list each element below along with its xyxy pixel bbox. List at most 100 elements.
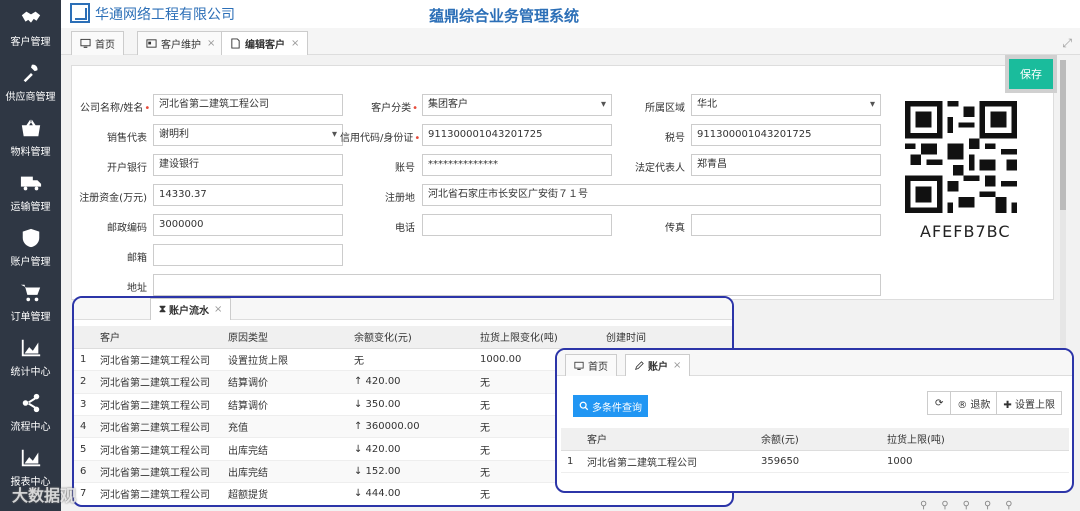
sidebar-item-supplier[interactable]: 供应商管理 — [0, 55, 61, 110]
id-card-icon — [146, 39, 157, 48]
flow-tab-bar: ⧗ 账户流水 × — [74, 298, 732, 320]
save-button[interactable]: 保存 — [1009, 59, 1053, 89]
tax-no-label: 税号 — [665, 133, 685, 144]
legal-rep-input[interactable]: 郑青昌 — [691, 154, 881, 176]
sidebar-item-statistics[interactable]: 统计中心 — [0, 330, 61, 385]
cell: 设置拉货上限 — [222, 348, 348, 372]
refresh-button[interactable]: ⟳ — [928, 392, 951, 414]
fax-input[interactable] — [691, 214, 881, 236]
qr-code-text: AFEFB7BC — [920, 222, 1011, 241]
tab-edit-customer[interactable]: 编辑客户 × — [221, 31, 309, 55]
cell: 河北省第二建筑工程公司 — [94, 348, 222, 372]
tab-account[interactable]: 账户 × — [625, 354, 691, 376]
sidebar-item-label: 订单管理 — [10, 312, 51, 323]
close-icon[interactable]: × — [214, 304, 222, 315]
customer-type-label: 客户分类• — [371, 103, 418, 114]
cell: 河北省第二建筑工程公司 — [94, 437, 222, 461]
reg-capital-label: 注册资金(万元) — [79, 193, 147, 204]
bank-input[interactable]: 建设银行 — [153, 154, 343, 176]
reg-address-label: 注册地 — [385, 193, 415, 204]
tab-home[interactable]: 首页 — [565, 354, 617, 376]
set-limit-button[interactable]: ✚ 设置上限 — [996, 392, 1061, 414]
company-name-label: 公司名称/姓名• — [80, 103, 151, 114]
cell: 无 — [348, 348, 474, 372]
fullscreen-icon[interactable]: ⤢ — [1062, 36, 1072, 51]
close-icon[interactable]: × — [673, 360, 681, 371]
reg-address-input[interactable]: 河北省石家庄市长安区广安街７１号 — [422, 184, 881, 206]
cell: 出库完结 — [222, 460, 348, 484]
cell: 3 — [74, 393, 94, 417]
tab-label: 账户 — [648, 362, 668, 373]
account-panel: 首页 账户 × 多条件查询 ⟳ ® 退款 ✚ 设置上限 客户 余额(元) 拉货上… — [555, 348, 1074, 493]
account-tab-bar: 首页 账户 × — [557, 350, 1072, 376]
edit-icon — [635, 360, 644, 370]
tools-icon — [23, 64, 38, 83]
watermark: 大数据观 — [12, 486, 77, 505]
column-header — [74, 326, 94, 349]
sidebar-item-customer[interactable]: 客户管理 — [0, 0, 61, 55]
tab-customer-maintain[interactable]: 客户维护 × — [137, 31, 225, 55]
reg-capital-input[interactable]: 14330.37 — [153, 184, 343, 206]
table-header-row: 客户 余额(元) 拉货上限(吨) — [561, 428, 1069, 451]
tab-label: 首页 — [95, 40, 115, 51]
sidebar-item-material[interactable]: 物料管理 — [0, 110, 61, 165]
credit-code-label: 信用代码/身份证• — [340, 133, 421, 144]
postal-code-input[interactable]: 3000000 — [153, 214, 343, 236]
address-input[interactable] — [153, 274, 881, 296]
cell: 河北省第二建筑工程公司 — [94, 482, 222, 505]
postal-code-label: 邮政编码 — [107, 223, 147, 234]
sidebar-item-label: 统计中心 — [10, 367, 51, 378]
plus-icon: ✚ — [1003, 399, 1012, 411]
cell: ↑ 420.00 — [348, 370, 474, 394]
account-no-input[interactable]: ************** — [422, 154, 612, 176]
button-label: 设置上限 — [1015, 399, 1055, 411]
refund-button[interactable]: ® 退款 — [950, 392, 997, 414]
sidebar-item-process[interactable]: 流程中心 — [0, 385, 61, 440]
sidebar-item-transport[interactable]: 运输管理 — [0, 165, 61, 220]
sidebar-item-label: 运输管理 — [10, 202, 51, 213]
tax-no-input[interactable]: 911300001043201725 — [691, 124, 881, 146]
customer-type-select[interactable]: 集团客户 — [422, 94, 612, 116]
address-label: 地址 — [127, 283, 147, 294]
table-header-row: 客户 原因类型 余额变化(元) 拉货上限变化(吨) 创建时间 — [74, 326, 732, 349]
truck-icon — [20, 176, 41, 191]
account-no-label: 账号 — [395, 163, 415, 174]
tab-account-flow[interactable]: ⧗ 账户流水 × — [150, 298, 232, 320]
phone-input[interactable] — [422, 214, 612, 236]
hourglass-icon: ⧗ — [159, 304, 167, 315]
sidebar-item-order[interactable]: 订单管理 — [0, 275, 61, 330]
company-name-input[interactable]: 河北省第二建筑工程公司 — [153, 94, 343, 116]
cell: 359650 — [755, 450, 881, 473]
area-chart-icon — [21, 449, 40, 467]
cart-icon — [20, 284, 40, 302]
account-table: 客户 余额(元) 拉货上限(吨) 1 河北省第二建筑工程公司 359650 1000 — [561, 428, 1069, 473]
column-header: 余额变化(元) — [348, 326, 474, 349]
table-row[interactable]: 1 河北省第二建筑工程公司 359650 1000 — [561, 450, 1069, 473]
button-label: 多条件查询 — [592, 402, 642, 414]
page-scrollbar[interactable] — [1060, 60, 1066, 350]
column-header: 拉货上限变化(吨) — [474, 326, 600, 349]
cell: ↓ 350.00 — [348, 393, 474, 417]
area-chart-icon — [21, 339, 40, 357]
multi-condition-query-button[interactable]: 多条件查询 — [573, 395, 648, 417]
edit-document-icon — [231, 38, 240, 49]
tab-home[interactable]: 首页 — [71, 31, 124, 55]
share-icon — [22, 393, 39, 413]
sales-rep-label: 销售代表 — [107, 133, 147, 144]
cell: 结算调价 — [222, 370, 348, 394]
system-title: 蕴鼎综合业务管理系统 — [429, 7, 580, 25]
sidebar-item-account[interactable]: 账户管理 — [0, 220, 61, 275]
email-input[interactable] — [153, 244, 343, 266]
scrollbar-thumb[interactable] — [1060, 60, 1066, 210]
close-icon[interactable]: × — [207, 38, 215, 49]
status-bar-icons: ⚲⚲⚲⚲⚲ — [920, 500, 1027, 511]
region-select[interactable]: 华北 — [691, 94, 881, 116]
email-label: 邮箱 — [127, 253, 147, 264]
credit-code-input[interactable]: 911300001043201725 — [422, 124, 612, 146]
cell: 1 — [561, 450, 581, 473]
close-icon[interactable]: × — [291, 38, 299, 49]
sales-rep-select[interactable]: 谢明利 — [153, 124, 343, 146]
column-header: 客户 — [94, 326, 222, 349]
search-icon — [579, 401, 589, 411]
refresh-icon: ⟳ — [935, 397, 944, 409]
